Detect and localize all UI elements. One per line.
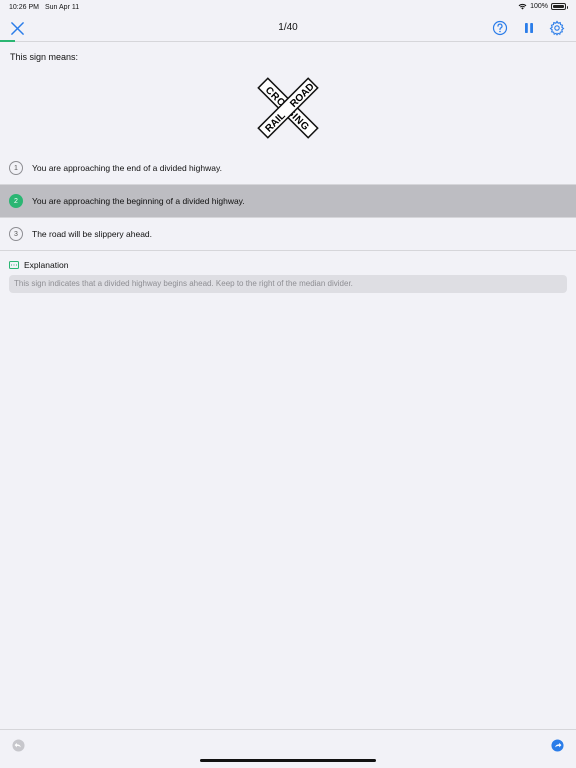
help-icon[interactable] bbox=[492, 20, 508, 36]
answer-option-2[interactable]: 2 You are approaching the beginning of a… bbox=[0, 185, 576, 218]
question-prompt: This sign means: bbox=[10, 52, 79, 62]
pause-icon[interactable] bbox=[521, 20, 537, 36]
status-date: Sun Apr 11 bbox=[45, 4, 80, 11]
forward-icon[interactable] bbox=[551, 739, 564, 752]
answer-number: 2 bbox=[9, 194, 23, 208]
nav-bar: 1/40 bbox=[0, 14, 576, 42]
bottom-toolbar bbox=[0, 729, 576, 768]
answer-option-3[interactable]: 3 The road will be slippery ahead. bbox=[0, 218, 576, 251]
answer-option-1[interactable]: 1 You are approaching the end of a divid… bbox=[0, 152, 576, 185]
explanation-icon bbox=[9, 261, 19, 269]
railroad-crossing-sign: CROSSING RAIL ROAD bbox=[256, 76, 320, 140]
back-icon[interactable] bbox=[12, 739, 25, 752]
status-bar: 10:26 PM Sun Apr 11 100% bbox=[0, 0, 576, 14]
progress-indicator bbox=[0, 40, 15, 42]
answer-text: You are approaching the end of a divided… bbox=[32, 163, 222, 173]
explanation-text: This sign indicates that a divided highw… bbox=[9, 275, 567, 293]
battery-icon bbox=[551, 3, 568, 10]
battery-percent: 100% bbox=[530, 3, 548, 10]
answer-text: The road will be slippery ahead. bbox=[32, 229, 153, 239]
question-counter: 1/40 bbox=[278, 22, 298, 33]
status-time: 10:26 PM bbox=[9, 4, 39, 11]
home-indicator bbox=[200, 759, 376, 762]
explanation-title: Explanation bbox=[24, 260, 69, 270]
answer-number: 1 bbox=[9, 161, 23, 175]
wifi-icon bbox=[518, 3, 527, 10]
answer-text: You are approaching the beginning of a d… bbox=[32, 196, 245, 206]
gear-icon[interactable] bbox=[549, 20, 565, 36]
answer-number: 3 bbox=[9, 227, 23, 241]
status-right: 100% bbox=[518, 3, 568, 10]
explanation-header: Explanation bbox=[9, 259, 68, 271]
